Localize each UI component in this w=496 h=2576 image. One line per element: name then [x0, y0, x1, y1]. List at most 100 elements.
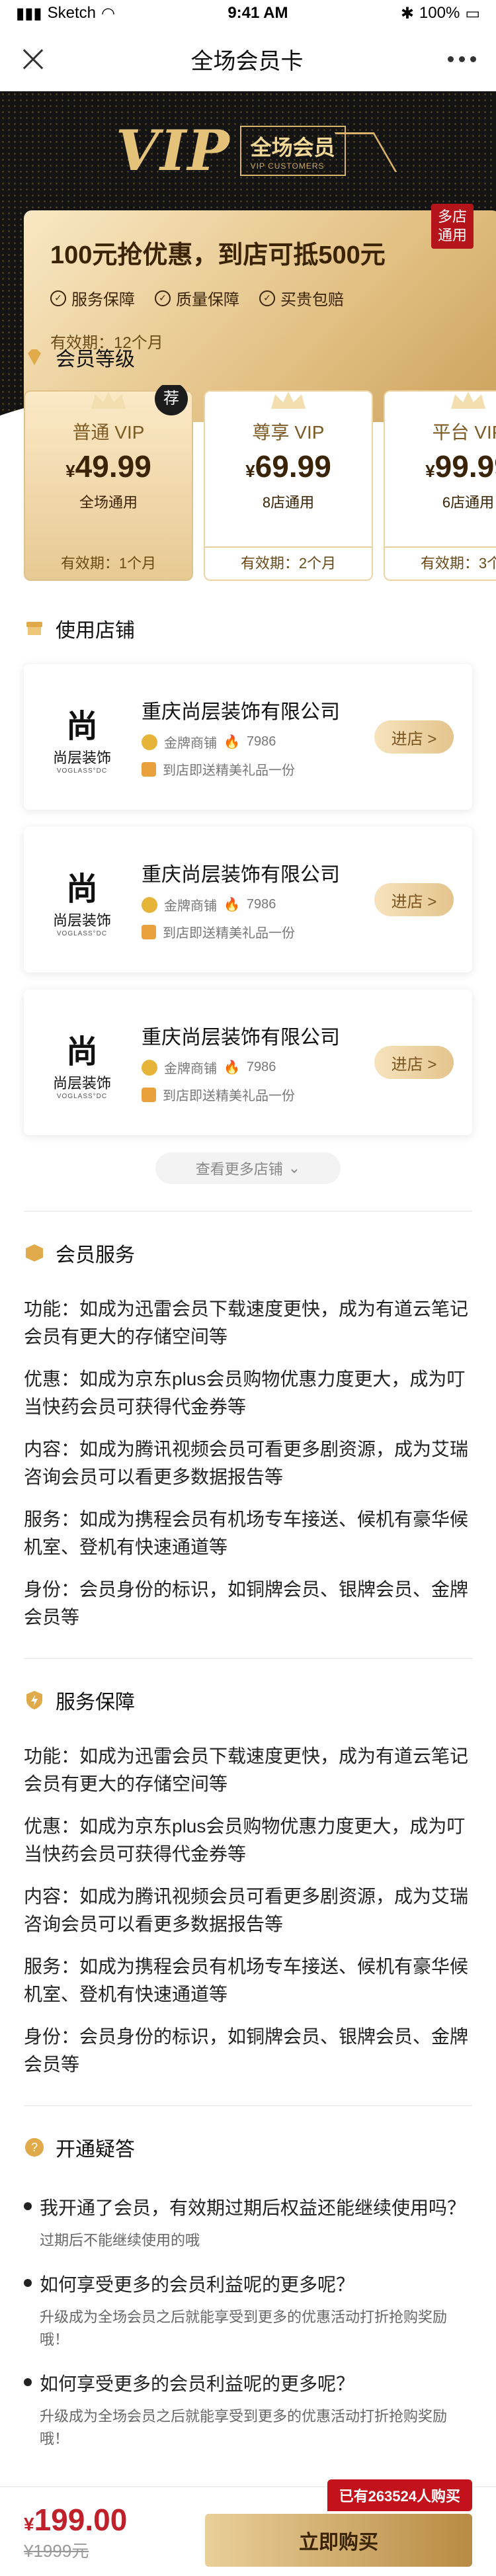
faq-answer: 过期后不能继续使用的哦	[40, 2232, 200, 2249]
shop-rating: 金牌商铺 🔥 7986	[142, 1058, 374, 1077]
shop-rating: 金牌商铺 🔥 7986	[142, 732, 374, 751]
current-price: ¥199.00	[24, 2502, 128, 2537]
status-bar: ▮▮▮ Sketch ◠ 9:41 AM ✱ 100% ▭	[0, 0, 496, 26]
enter-shop-button[interactable]: 进店 >	[374, 720, 454, 753]
service-line: 内容：如成为腾讯视频会员可看更多剧资源，成为艾瑞咨询会员可以看更多数据报告等	[24, 1439, 469, 1487]
shop-name: 重庆尚层装饰有限公司	[142, 864, 340, 886]
gift-icon	[142, 1087, 156, 1102]
chevron-down-icon: ⌄	[288, 1160, 301, 1176]
medal-icon	[142, 896, 157, 913]
level-card-basic[interactable]: 荐 普通 VIP ¥49.99 全场通用 有效期：1个月	[24, 385, 193, 581]
wifi-icon: ◠	[101, 4, 115, 22]
faq-question: 如何享受更多的会员利益呢的更多呢？	[24, 2270, 472, 2297]
medal-icon	[142, 734, 157, 750]
card-headline: 100元抢优惠，到店可抵500元	[50, 241, 386, 269]
bluetooth-icon: ✱	[400, 4, 414, 22]
shop-card[interactable]: 尚尚层装饰 VOGLASS°DC 重庆尚层装饰有限公司 金牌商铺 🔥 7986 到店即…	[24, 990, 472, 1135]
levels-section: 会员等级 荐 普通 VIP ¥49.99 全场通用 有效期：1个月 尊享 VIP…	[0, 329, 496, 581]
guarantee-line: 功能：如成为迅雷会员下载速度更快，成为有道云笔记会员有更大的存储空间等	[24, 1746, 469, 1794]
purchase-count-badge: 已有263524人购买	[327, 2479, 472, 2511]
feature-item: ✓ 服务保障	[50, 286, 135, 310]
guarantee-line: 优惠：如成为京东plus会员购物优惠力度更大，成为叮当快药会员可获得代金券等	[24, 1816, 466, 1864]
level-price: ¥99.99	[425, 449, 496, 484]
check-icon: ✓	[259, 290, 275, 306]
multi-store-tag: 多店通用	[431, 204, 474, 249]
buy-now-button[interactable]: 立即购买	[205, 2514, 472, 2567]
more-shops-button[interactable]: 查看更多店铺 ⌄	[155, 1152, 341, 1184]
divider	[24, 1658, 472, 1659]
card-features: ✓ 服务保障 ✓ 质量保障 ✓ 买贵包赔	[50, 286, 474, 310]
level-scope: 6店通用	[442, 494, 495, 511]
shop-name: 重庆尚层装饰有限公司	[142, 701, 340, 723]
guarantee-section: 服务保障 功能：如成为迅雷会员下载速度更快，成为有道云笔记会员有更大的存储空间等…	[0, 1672, 496, 2079]
signal-icon: ▮▮▮	[16, 4, 42, 22]
shop-card[interactable]: 尚尚层装饰 VOGLASS°DC 重庆尚层装饰有限公司 金牌商铺 🔥 7986 到店即…	[24, 664, 472, 810]
more-icon[interactable]	[448, 56, 476, 62]
box-icon	[26, 1244, 43, 1262]
gift-icon	[142, 924, 156, 939]
medal-icon	[142, 1059, 157, 1076]
original-price: ¥1999元	[24, 2540, 89, 2561]
bottom-bar: ¥199.00 ¥1999元 已有263524人购买 立即购买	[0, 2479, 496, 2576]
section-header: 服务保障	[24, 1672, 472, 1728]
faq-answer: 升级成为全场会员之后就能享受到更多的优惠活动打折抢购奖励哦！	[40, 2309, 448, 2348]
shop-info: 重庆尚层装饰有限公司 金牌商铺 🔥 7986 到店即送精美礼品一份	[142, 695, 374, 779]
level-term: 有效期：1个月	[25, 546, 192, 580]
carrier: Sketch	[47, 4, 96, 22]
level-scope: 8店通用	[262, 494, 315, 511]
faq-section: ? 开通疑答 我开通了会员，有效期过期后权益还能继续使用吗？ 过期后不能继续使用…	[0, 2120, 496, 2450]
vip-logo: VIP 全场会员 VIP CUSTOMERS	[116, 118, 397, 183]
guarantee-line: 内容：如成为腾讯视频会员可看更多剧资源，成为艾瑞咨询会员可以看更多数据报告等	[24, 1886, 469, 1934]
question-icon: ?	[25, 2138, 44, 2157]
nav-bar: 全场会员卡	[0, 26, 496, 91]
vip-badge: 全场会员 VIP CUSTOMERS	[239, 125, 397, 176]
shop-gift: 到店即送精美礼品一份	[142, 759, 374, 779]
enter-shop-button[interactable]: 进店 >	[374, 883, 454, 916]
divider	[24, 1211, 472, 1212]
battery-icon: ▭	[465, 4, 480, 22]
vip-badge-subtitle: VIP CUSTOMERS	[250, 161, 325, 171]
vip-badge-title: 全场会员	[250, 135, 335, 159]
page-title: 全场会员卡	[190, 48, 304, 74]
section-title: 开通疑答	[56, 2139, 135, 2161]
shop-logo: 尚尚层装饰 VOGLASS°DC	[52, 1033, 111, 1100]
service-line: 服务：如成为携程会员有机场专车接送、候机有豪华候机室、登机有快速通道等	[24, 1509, 469, 1557]
level-card-premium[interactable]: 尊享 VIP ¥69.99 8店通用 有效期：2个月	[204, 390, 373, 581]
battery-level: 100%	[419, 4, 460, 22]
service-line: 功能：如成为迅雷会员下载速度更快，成为有道云笔记会员有更大的存储空间等	[24, 1299, 469, 1347]
level-name: 平台 VIP	[432, 422, 496, 443]
crown-icon	[271, 392, 306, 409]
crown-icon	[91, 392, 126, 409]
clock: 9:41 AM	[227, 4, 288, 22]
divider	[24, 2105, 472, 2106]
level-name: 普通 VIP	[72, 422, 145, 443]
diamond-icon	[28, 349, 41, 365]
shop-rating: 金牌商铺 🔥 7986	[142, 895, 374, 914]
store-icon	[26, 622, 42, 635]
shop-info: 重庆尚层装饰有限公司 金牌商铺 🔥 7986 到店即送精美礼品一份	[142, 858, 374, 941]
shop-name: 重庆尚层装饰有限公司	[142, 1027, 340, 1049]
shop-card[interactable]: 尚尚层装饰 VOGLASS°DC 重庆尚层装饰有限公司 金牌商铺 🔥 7986 到店即…	[24, 827, 472, 972]
section-header: 会员服务	[24, 1225, 472, 1281]
vip-text: VIP	[116, 118, 231, 183]
close-icon[interactable]	[20, 46, 46, 72]
section-title: 使用店铺	[56, 620, 135, 642]
section-title: 会员服务	[56, 1244, 135, 1266]
shop-gift: 到店即送精美礼品一份	[142, 922, 374, 941]
section-title: 会员等级	[56, 349, 135, 370]
levels-list: 荐 普通 VIP ¥49.99 全场通用 有效期：1个月 尊享 VIP ¥69.…	[24, 385, 496, 581]
shop-logo: 尚尚层装饰 VOGLASS°DC	[52, 707, 111, 775]
enter-shop-button[interactable]: 进店 >	[374, 1046, 454, 1079]
feature-item: ✓ 质量保障	[155, 286, 239, 310]
faq-question: 如何享受更多的会员利益呢的更多呢？	[24, 2370, 472, 2396]
shop-gift: 到店即送精美礼品一份	[142, 1085, 374, 1104]
section-header: 使用店铺	[24, 601, 472, 656]
faq-question: 我开通了会员，有效期过期后权益还能继续使用吗？	[24, 2194, 472, 2220]
shops-section: 使用店铺 尚尚层装饰 VOGLASS°DC 重庆尚层装饰有限公司 金牌商铺 🔥 798…	[0, 601, 496, 1184]
level-term: 有效期：3个月	[385, 546, 496, 580]
level-card-platform[interactable]: 平台 VIP ¥99.99 6店通用 有效期：3个月	[384, 390, 496, 581]
price-block: ¥199.00 ¥1999元	[24, 2502, 127, 2562]
section-title: 服务保障	[56, 1692, 135, 1713]
section-header: ? 开通疑答	[24, 2120, 472, 2175]
level-price: ¥69.99	[245, 449, 331, 484]
